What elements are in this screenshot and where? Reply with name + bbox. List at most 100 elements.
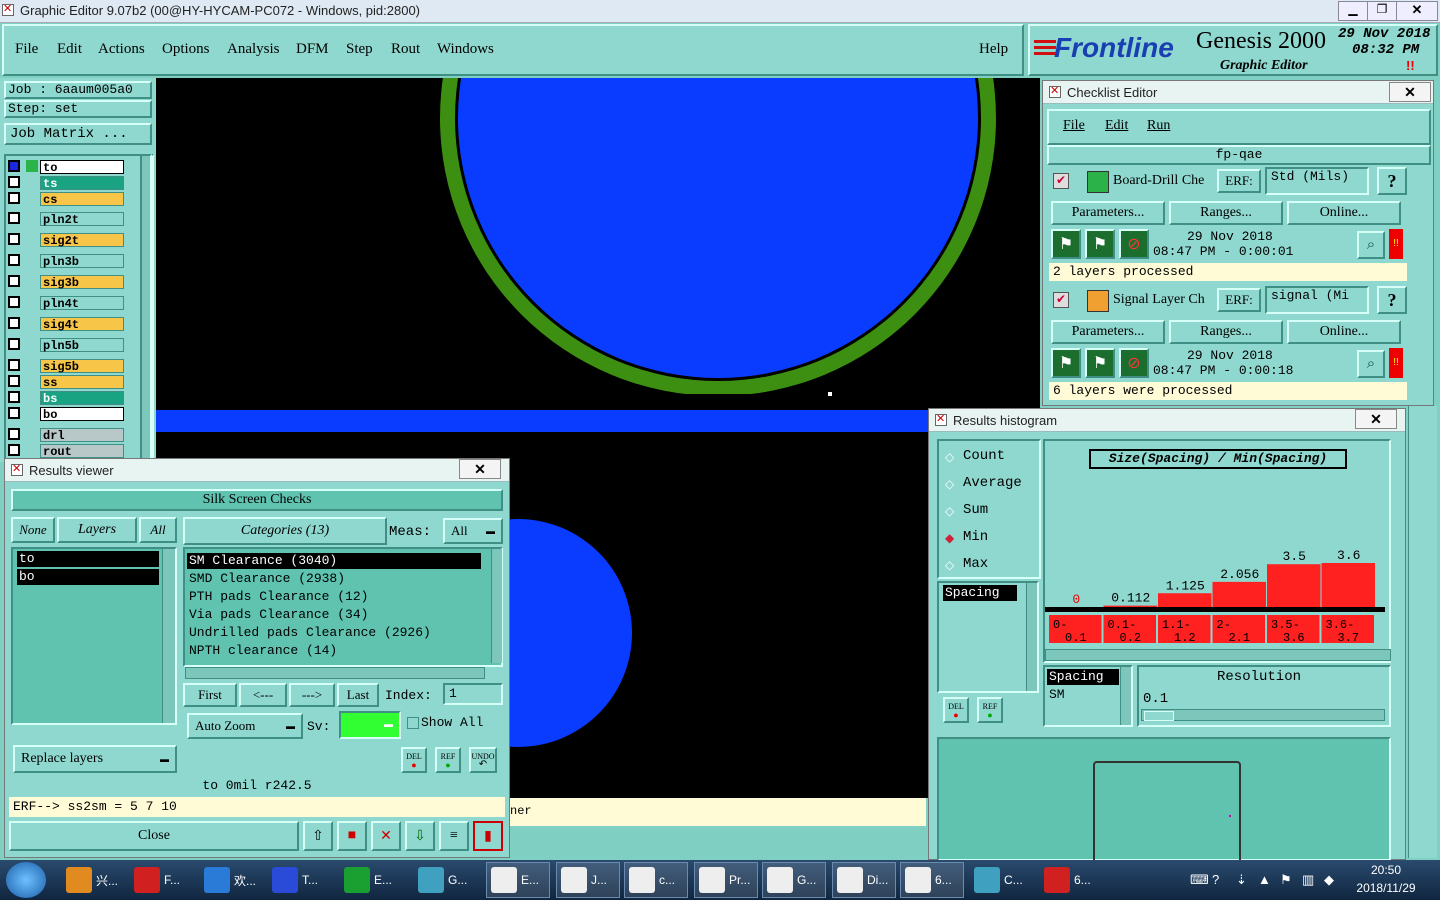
expand-tray-icon[interactable]: ▲ [1258,872,1271,887]
layer-checkbox[interactable] [8,233,20,245]
histogram-bar[interactable] [1267,564,1321,607]
layer-row-rout[interactable]: rout [8,444,124,459]
ranges-button[interactable]: Ranges... [1169,201,1283,225]
item-checkbox[interactable]: ✔ [1053,173,1069,189]
volume-icon[interactable]: ◆ [1324,872,1334,888]
categories-hscroll[interactable] [185,667,485,679]
layer-checkbox[interactable] [8,192,20,204]
layer-row-pln3b[interactable]: pln3b [8,254,124,269]
stop-icon[interactable]: ⊘ [1119,229,1149,259]
layer-row-bo[interactable]: bo [8,407,124,422]
sv-color-dropdown[interactable]: ▬ [339,711,401,739]
layer-checkbox[interactable] [8,444,20,456]
stop-icon[interactable]: ⊘ [1119,348,1149,378]
layer-row-pln2t[interactable]: pln2t [8,212,124,227]
layer-checkbox[interactable] [8,212,20,224]
histogram-bar[interactable] [1321,563,1376,607]
layer-checkbox[interactable] [8,160,20,172]
first-button[interactable]: First [183,683,237,707]
histogram-bar[interactable] [1212,581,1267,607]
menu-step[interactable]: Step [346,41,373,58]
layer-row-pln4t[interactable]: pln4t [8,296,124,311]
network-icon[interactable]: ▥ [1302,872,1314,888]
taskbar-item[interactable]: 兴... [62,862,126,898]
run-icon[interactable]: ⚑ [1051,348,1081,378]
run-all-icon[interactable]: ⚑ [1085,348,1115,378]
close-window-button[interactable]: ✕ [1396,1,1438,21]
results-viewer-close-button[interactable]: ✕ [459,459,501,479]
next-button[interactable]: ---> [289,683,335,707]
mark-icon[interactable]: ■ [337,821,367,851]
taskbar-item[interactable]: C... [970,862,1034,898]
field-item-spacing[interactable]: Spacing [943,585,1017,601]
checklist-menu-run[interactable]: Run [1147,118,1170,134]
histogram-ref-button[interactable]: REF ● [977,697,1003,723]
last-button[interactable]: Last [337,683,379,707]
sub-field-item[interactable]: SM [1047,687,1119,703]
taskbar-item[interactable]: Pr... [694,862,758,898]
taskbar-item[interactable]: 欢... [200,862,264,898]
menu-file[interactable]: File [15,41,38,58]
histogram-del-button[interactable]: DEL ● [943,697,969,723]
zoom-icon[interactable]: ⌕ [1357,231,1385,259]
menu-dfm[interactable]: DFM [296,41,329,58]
layer-row-sig3b[interactable]: sig3b [8,275,124,290]
option-sum[interactable]: ◇ Sum [945,502,1035,520]
undo-button[interactable]: UNDO ↶ [469,747,497,773]
layer-row-sig5b[interactable]: sig5b [8,359,124,374]
checklist-menu-edit[interactable]: Edit [1105,118,1128,134]
categories-vscroll[interactable] [491,549,502,663]
parameters-button[interactable]: Parameters... [1051,320,1165,344]
online-button[interactable]: Online... [1287,320,1401,344]
option-average[interactable]: ◇ Average [945,475,1035,493]
category-item[interactable]: PTH pads Clearance (12) [187,589,481,605]
item-help-button[interactable]: ? [1377,286,1407,314]
erf-value[interactable]: Std (Mils) [1265,167,1369,195]
run-all-icon[interactable]: ⚑ [1085,229,1115,259]
histogram-close-button[interactable]: ✕ [1355,409,1397,429]
item-help-button[interactable]: ? [1377,167,1407,195]
maximize-button[interactable]: ❐ [1367,1,1397,21]
layer-row-bs[interactable]: bs [8,391,124,406]
category-item[interactable]: SM Clearance (3040) [187,553,481,569]
flag-tray-icon[interactable]: ⚑ [1280,872,1292,888]
taskbar-item[interactable]: F... [130,862,194,898]
none-button[interactable]: None [11,517,55,543]
clock[interactable]: 20:50 2018/11/29 [1346,863,1426,897]
sub-field-item[interactable]: Spacing [1047,669,1119,685]
histogram-hscroll[interactable] [1045,649,1391,661]
ref-button[interactable]: REF ● [435,747,461,773]
field-list-scrollbar[interactable] [1026,583,1037,691]
help-tray-icon[interactable]: ? [1212,872,1219,887]
del-button[interactable]: DEL ● [401,747,427,773]
layer-checkbox[interactable] [8,176,20,188]
item-checkbox[interactable]: ✔ [1053,292,1069,308]
prev-button[interactable]: <--- [239,683,287,707]
layer-checkbox[interactable] [8,317,20,329]
taskbar-item[interactable]: Di... [832,862,896,898]
menu-rout[interactable]: Rout [391,41,420,58]
option-count[interactable]: ◇ Count [945,448,1035,466]
delete-icon[interactable]: ✕ [371,821,401,851]
layer-row-ts[interactable]: ts [8,176,124,191]
taskbar-item[interactable]: J... [556,862,620,898]
show-all-checkbox[interactable] [407,717,419,729]
close-button[interactable]: Close [9,821,299,851]
replace-layers-dropdown[interactable]: Replace layers ▬ [13,745,177,773]
categories-button[interactable]: Categories (13) [183,517,387,545]
layer-row-drl[interactable]: drl [8,428,124,443]
category-item[interactable]: Via pads Clearance (34) [187,607,481,623]
layer-checkbox[interactable] [8,296,20,308]
taskbar-item[interactable]: c... [624,862,688,898]
layers-button[interactable]: Layers [57,517,137,543]
taskbar-item[interactable]: 6... [900,862,964,898]
taskbar-item[interactable]: T... [268,862,332,898]
arrow-tray-icon[interactable]: ⇣ [1236,872,1247,888]
sub-list-scrollbar[interactable] [1120,667,1131,725]
histogram-bar[interactable] [1158,593,1212,607]
parameters-button[interactable]: Parameters... [1051,201,1165,225]
layer-checkbox[interactable] [8,391,20,403]
auto-zoom-dropdown[interactable]: Auto Zoom ▬ [187,713,303,739]
layer-icon[interactable]: ⇩ [405,821,435,851]
checklist-menu-file[interactable]: File [1063,118,1085,134]
